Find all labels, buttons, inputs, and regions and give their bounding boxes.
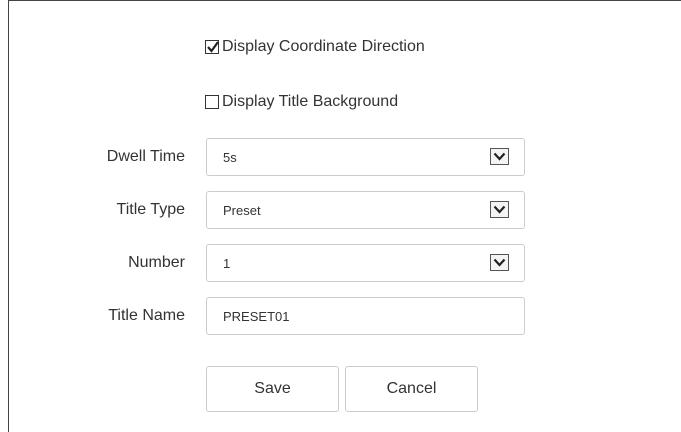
settings-panel: Display Coordinate Direction Display Tit… xyxy=(8,0,681,432)
checkmark-icon xyxy=(207,41,219,53)
chevron-down-icon xyxy=(493,258,506,267)
display-title-background-option[interactable]: Display Title Background xyxy=(205,92,398,112)
title-type-select[interactable]: Preset xyxy=(206,191,525,229)
title-name-value[interactable]: PRESET01 xyxy=(223,309,289,324)
display-coordinate-direction-option[interactable]: Display Coordinate Direction xyxy=(205,37,425,57)
dwell-time-select[interactable]: 5s xyxy=(206,138,525,176)
display-coordinate-direction-label: Display Coordinate Direction xyxy=(222,38,425,55)
display-title-background-label: Display Title Background xyxy=(222,93,399,110)
title-name-input[interactable]: PRESET01 xyxy=(206,297,525,335)
title-name-label: Title Name xyxy=(108,307,185,324)
save-button[interactable]: Save xyxy=(206,366,339,412)
number-select[interactable]: 1 xyxy=(206,244,525,282)
chevron-down-icon xyxy=(493,152,506,161)
number-value: 1 xyxy=(223,256,231,271)
title-type-dropdown-button[interactable] xyxy=(490,201,509,218)
number-label: Number xyxy=(128,254,185,271)
display-coordinate-direction-checkbox[interactable] xyxy=(205,40,219,54)
title-type-label: Title Type xyxy=(116,201,185,218)
title-type-value: Preset xyxy=(223,203,261,218)
chevron-down-icon xyxy=(493,205,506,214)
dwell-time-value: 5s xyxy=(223,150,237,165)
number-dropdown-button[interactable] xyxy=(490,254,509,271)
display-title-background-checkbox[interactable] xyxy=(205,95,219,109)
dwell-time-label: Dwell Time xyxy=(106,148,185,165)
cancel-button[interactable]: Cancel xyxy=(345,366,478,412)
dwell-time-dropdown-button[interactable] xyxy=(490,148,509,165)
